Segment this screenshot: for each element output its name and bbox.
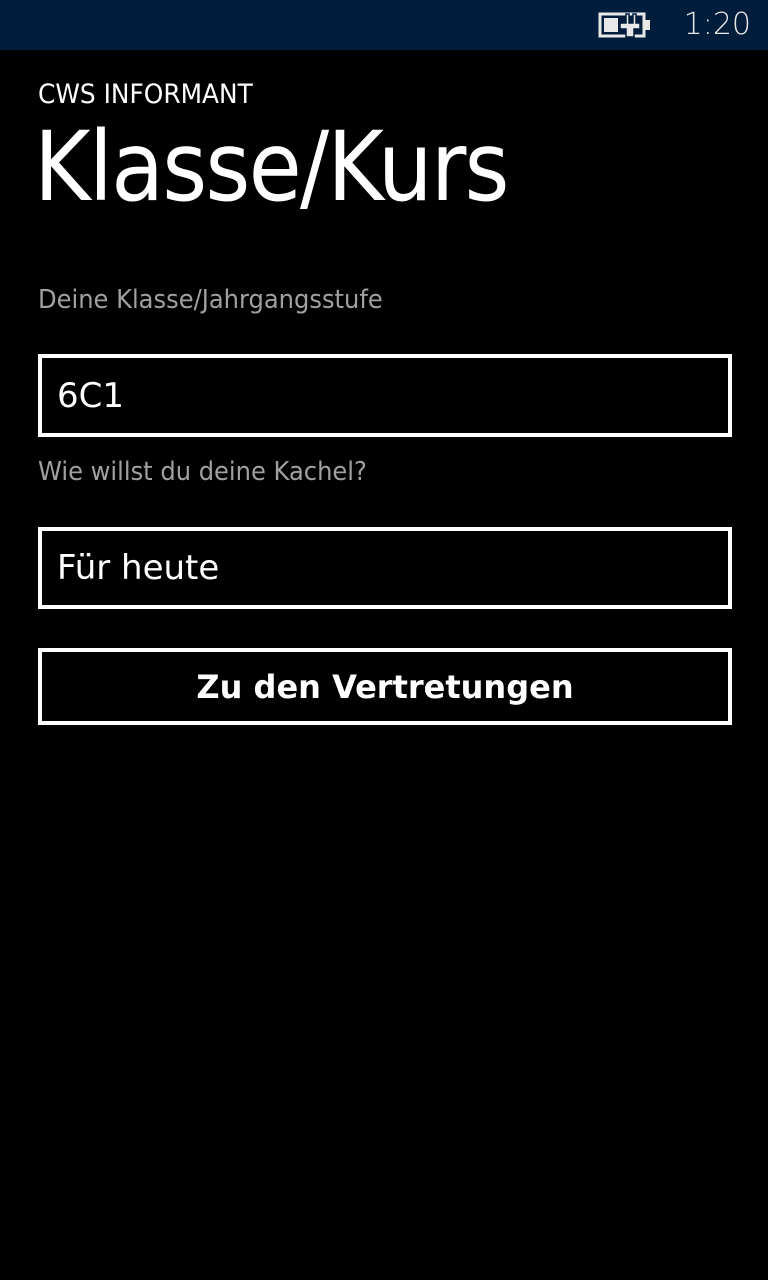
- app-screen: 1:20 CWS INFORMANT Klasse/Kurs Deine Kla…: [0, 0, 768, 1280]
- tile-label: Wie willst du deine Kachel?: [38, 457, 367, 487]
- go-to-substitutions-button[interactable]: Zu den Vertretungen: [38, 648, 732, 725]
- page-title: Klasse/Kurs: [34, 111, 510, 223]
- class-input[interactable]: 6C1: [38, 354, 732, 437]
- class-input-value: 6C1: [57, 375, 125, 416]
- class-label: Deine Klasse/Jahrgangsstufe: [38, 285, 383, 315]
- tile-mode-select[interactable]: Für heute: [38, 527, 732, 609]
- battery-charging-icon: [598, 12, 650, 38]
- app-title: CWS INFORMANT: [38, 79, 253, 110]
- status-time: 1:20: [683, 7, 751, 42]
- tile-mode-value: Für heute: [57, 548, 220, 588]
- status-bar: 1:20: [0, 0, 768, 50]
